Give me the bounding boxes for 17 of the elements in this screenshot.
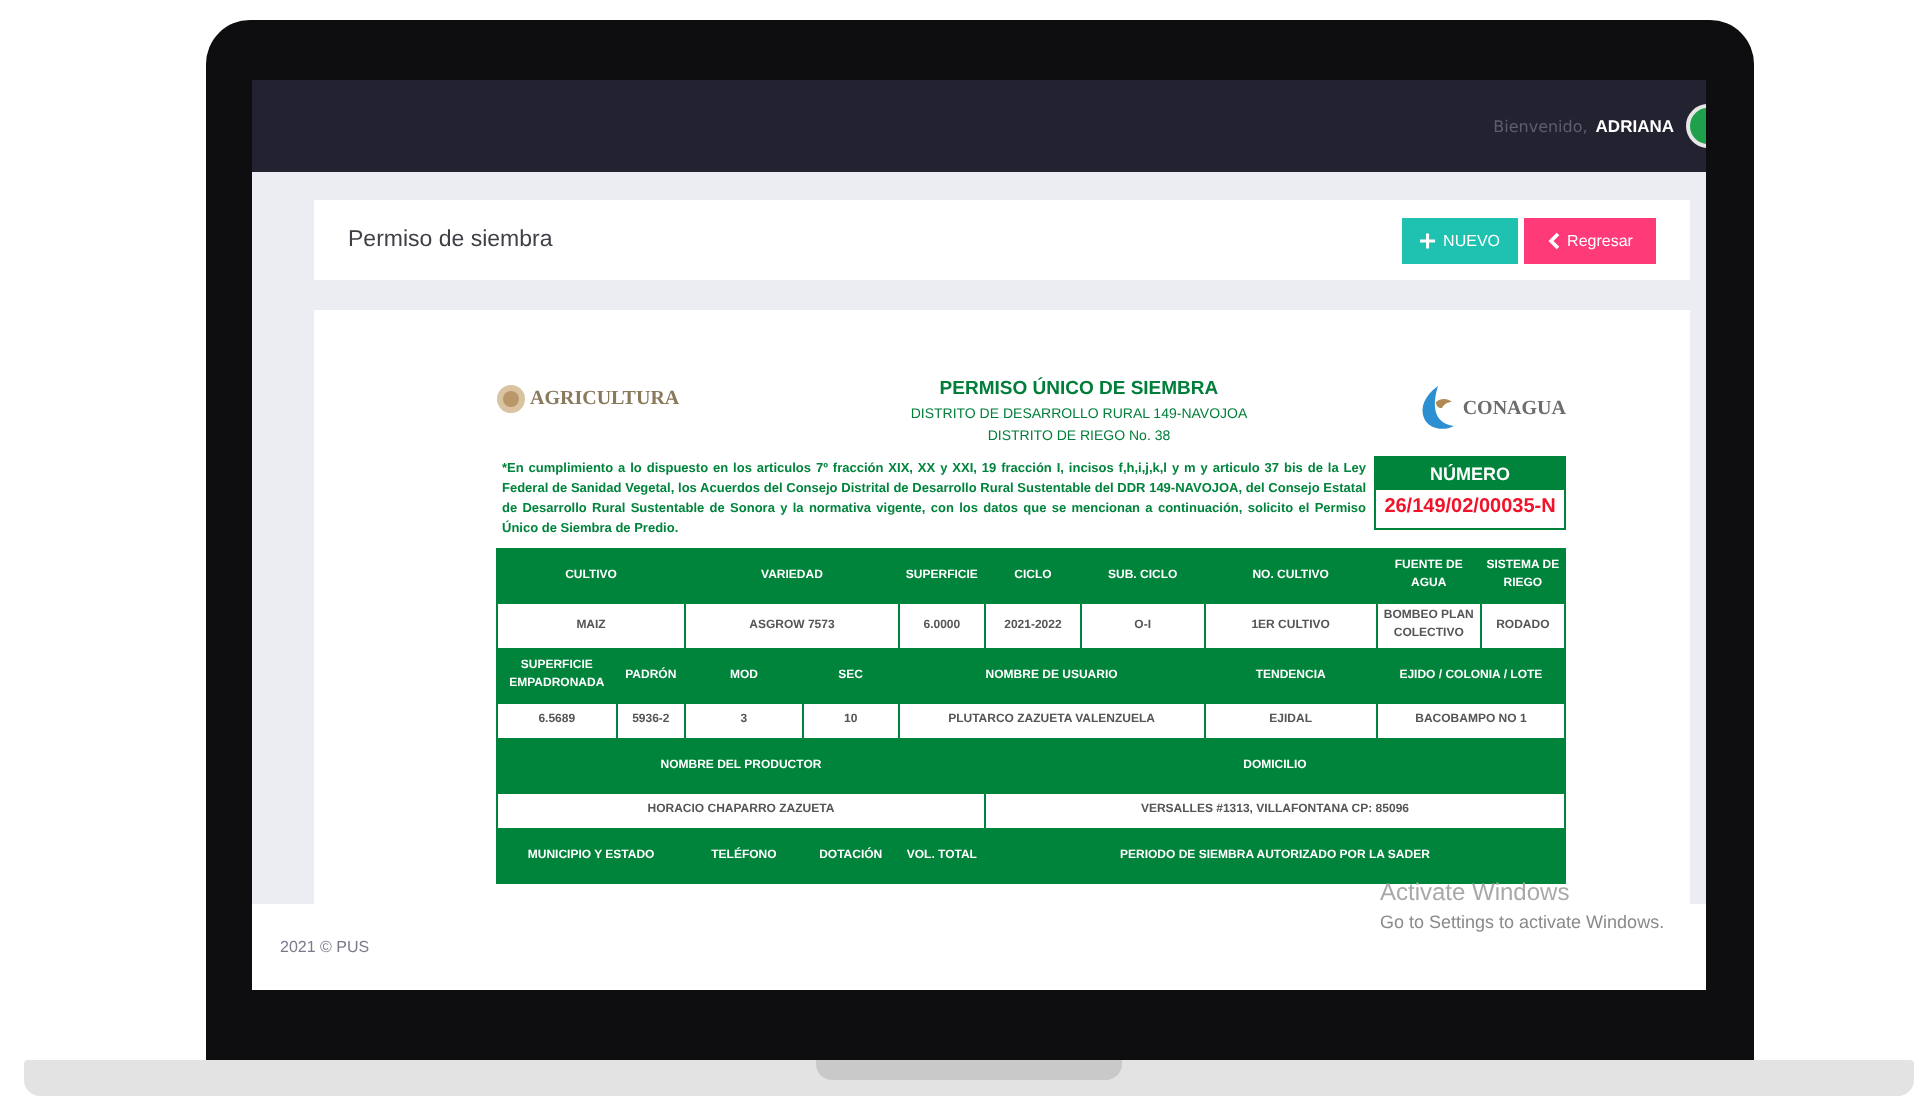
- page-title: Permiso de siembra: [348, 228, 553, 252]
- agency-logo-text: CONAGUA: [1462, 397, 1566, 419]
- water-drop-swoosh-icon: [1418, 384, 1459, 432]
- chevron-left-icon: [1547, 231, 1560, 249]
- permit-number-label: NÚMERO: [1376, 458, 1564, 490]
- new-button[interactable]: NUEVO: [1402, 217, 1518, 263]
- footer-text: 2021 © PUS: [280, 938, 370, 956]
- user-name[interactable]: ADRIANA: [1595, 116, 1674, 136]
- agency-logo-text: AGRICULTURA: [530, 388, 680, 410]
- document-title: PERMISO ÚNICO DE SIEMBRA: [937, 378, 1221, 400]
- activation-notice-text: Go to Settings to activate Windows.: [1380, 912, 1665, 932]
- greeting-text: Bienvenido,: [1493, 117, 1588, 135]
- permit-number: 26/149/02/00035-N: [1382, 494, 1558, 522]
- activation-notice-title: Activate Windows: [1380, 878, 1572, 906]
- seal-icon: [496, 384, 526, 414]
- back-button[interactable]: Regresar: [1524, 217, 1656, 263]
- plus-icon: [1420, 231, 1436, 249]
